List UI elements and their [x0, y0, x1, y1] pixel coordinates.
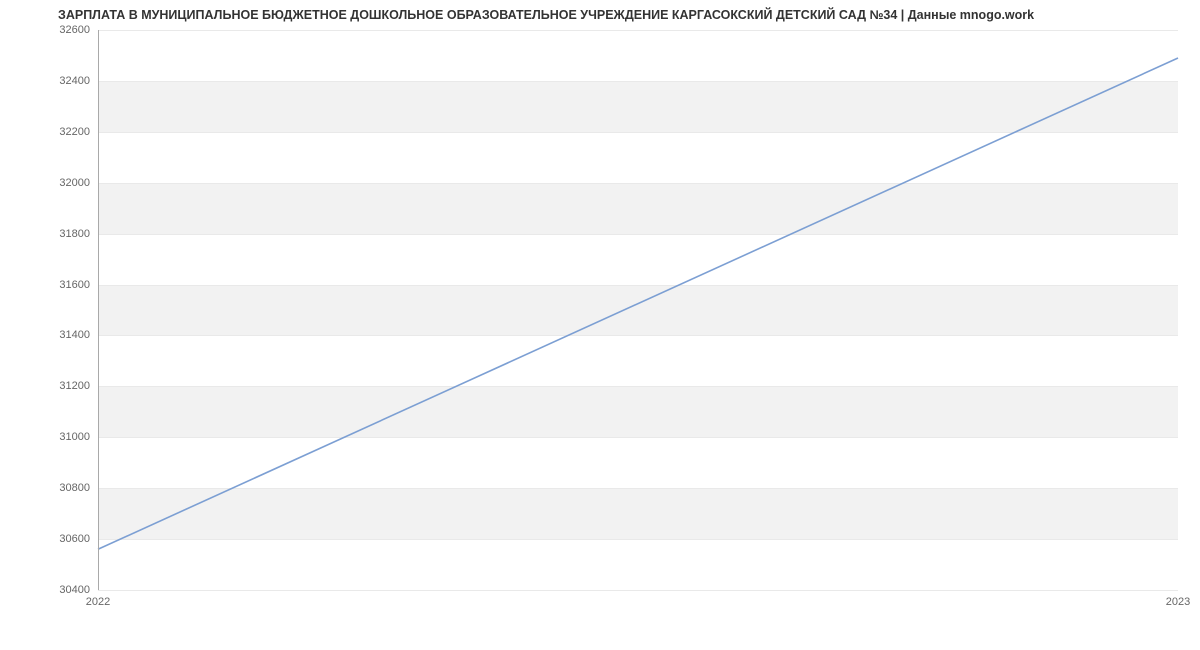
y-tick-label: 32200 — [59, 126, 90, 138]
y-tick-label: 32400 — [59, 75, 90, 87]
chart-plot-area — [98, 30, 1178, 590]
y-axis-line — [98, 30, 99, 590]
y-tick-label: 32600 — [59, 24, 90, 36]
x-tick-label: 2023 — [1166, 596, 1190, 608]
grid-line — [98, 590, 1178, 591]
y-tick-label: 30800 — [59, 482, 90, 494]
y-tick-label: 31600 — [59, 279, 90, 291]
y-tick-label: 31400 — [59, 329, 90, 341]
chart-data-line — [98, 58, 1178, 549]
y-tick-label: 31000 — [59, 431, 90, 443]
x-tick-label: 2022 — [86, 596, 110, 608]
y-tick-label: 31800 — [59, 228, 90, 240]
y-tick-label: 32000 — [59, 177, 90, 189]
y-tick-label: 31200 — [59, 380, 90, 392]
chart-line-svg — [98, 30, 1178, 590]
y-tick-label: 30400 — [59, 584, 90, 596]
chart-title: ЗАРПЛАТА В МУНИЦИПАЛЬНОЕ БЮДЖЕТНОЕ ДОШКО… — [58, 8, 1034, 22]
y-tick-label: 30600 — [59, 533, 90, 545]
